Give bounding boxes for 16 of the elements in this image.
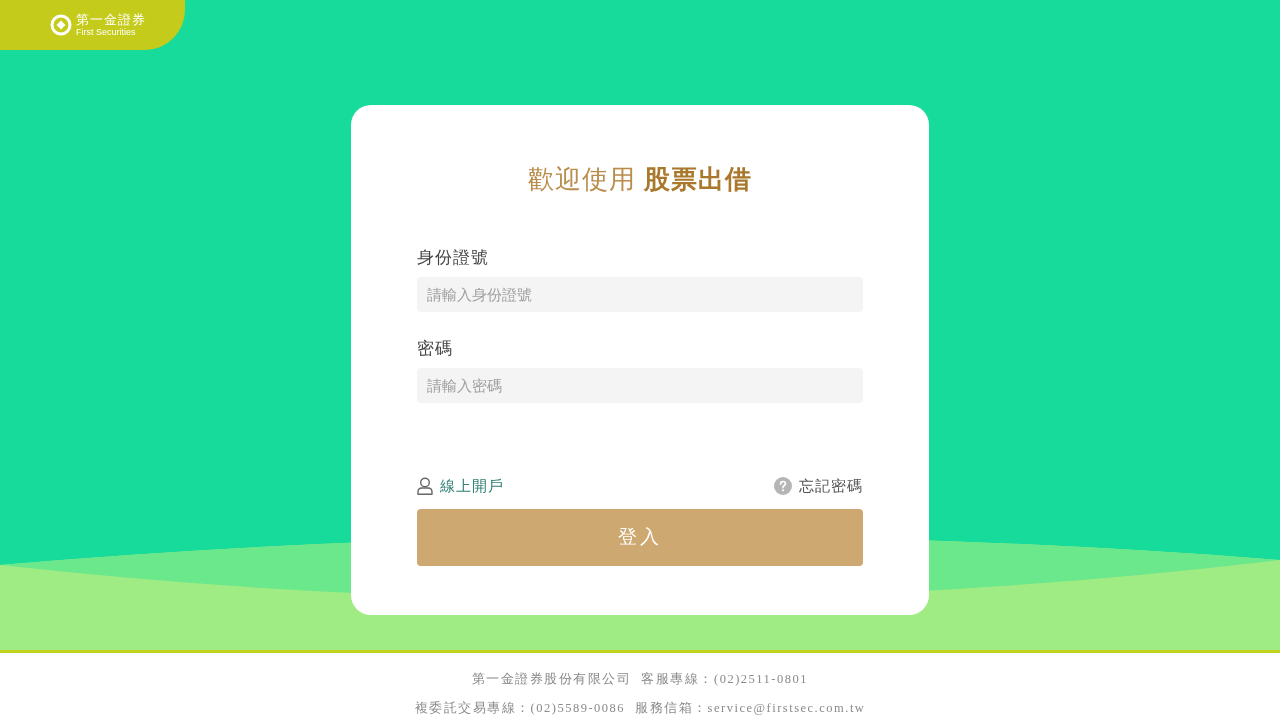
footer-text: 複委託交易專線：(02)5589-0086 <box>414 700 626 716</box>
welcome-title: 歡迎使用 股票出借 <box>526 163 754 195</box>
field-label: 密碼 <box>417 338 453 360</box>
logo-name: 第一金證券 <box>76 12 146 27</box>
footer-text: 客服專線：(02)2511-0801 <box>641 671 808 687</box>
field-label: 身份證號 <box>417 247 489 269</box>
person-icon <box>417 477 433 495</box>
signup-link[interactable]: 線上開戶 <box>440 476 504 496</box>
help-icon <box>774 477 792 495</box>
input-field[interactable]: 請輸入密碼 <box>417 368 863 403</box>
forgot-password-link[interactable]: 忘記密碼 <box>799 476 863 496</box>
logo-icon <box>50 14 72 36</box>
input-field[interactable]: 請輸入身份證號 <box>417 277 863 312</box>
logo-subtitle: First Securities <box>76 27 137 38</box>
footer-text: 服務信箱：service@firstsec.com.tw <box>635 700 866 716</box>
footer-text: 第一金證券股份有限公司 <box>472 671 632 687</box>
